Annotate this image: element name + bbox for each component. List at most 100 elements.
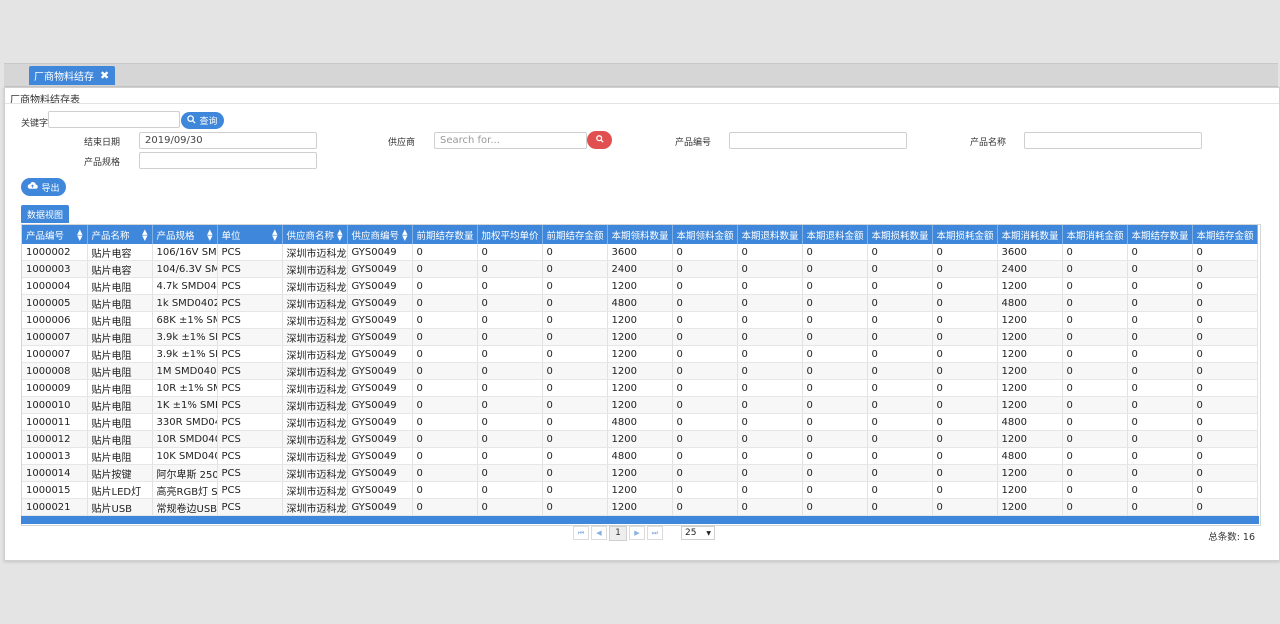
column-header-label: 前期结存金额	[546, 230, 604, 242]
column-header[interactable]: 本期消耗数量	[997, 225, 1063, 244]
table-row[interactable]: 1000010贴片电阻1K ±1% SMD0402PCS深圳市迈科龙科技GYS0…	[22, 396, 1258, 414]
table-row[interactable]: 1000007贴片电阻3.9k ±1% SMD0402PCS深圳市迈科龙科技GY…	[22, 328, 1258, 346]
table-cell: 0	[542, 244, 608, 261]
column-header[interactable]: 单位 ▲ ▼	[217, 225, 283, 244]
column-header[interactable]: 本期损耗数量	[867, 225, 933, 244]
table-row[interactable]: 1000009贴片电阻10R ±1% SMD0402PCS深圳市迈科龙科技GYS…	[22, 379, 1258, 397]
table-cell: 0	[932, 498, 998, 516]
end-date-input[interactable]: 2019/09/30	[139, 132, 317, 149]
column-header[interactable]: 本期消耗金额	[1062, 225, 1128, 244]
sort-icon[interactable]: ▲ ▼	[402, 228, 407, 241]
table-row[interactable]: 1000007贴片电阻3.9k ±1% SMD0402PCS深圳市迈科龙科技GY…	[22, 345, 1258, 363]
table-cell: PCS	[217, 362, 283, 380]
table-cell: 1K ±1% SMD0402	[152, 396, 218, 414]
table-cell: 1000015	[22, 481, 88, 499]
column-header[interactable]: 本期结存金额	[1192, 225, 1258, 244]
sort-icon[interactable]: ▲ ▼	[337, 228, 342, 241]
table-cell: 0	[542, 464, 608, 482]
column-header[interactable]: 本期领料金额	[672, 225, 738, 244]
export-button[interactable]: 导出	[21, 178, 66, 196]
last-page-button[interactable]: ⏭	[647, 526, 663, 540]
column-header[interactable]: 供应商名称 ▲ ▼	[282, 225, 348, 244]
column-header[interactable]: 产品名称 ▲ ▼	[87, 225, 153, 244]
table-row[interactable]: 1000021贴片USB常规卷边USB-APCS深圳市迈科龙科技GYS00490…	[22, 498, 1258, 516]
horizontal-scrollbar[interactable]	[21, 516, 1259, 524]
table-row[interactable]: 1000011贴片电阻330R SMD0402PCS深圳市迈科龙科技GYS004…	[22, 413, 1258, 431]
column-header[interactable]: 产品规格 ▲ ▼	[152, 225, 218, 244]
column-header[interactable]: 加权平均单价	[477, 225, 543, 244]
column-header[interactable]: 本期退料数量	[737, 225, 803, 244]
prev-page-button[interactable]: ◀	[591, 526, 607, 540]
table-row[interactable]: 1000008贴片电阻1M SMD0402PCS深圳市迈科龙科技GYS00490…	[22, 362, 1258, 380]
table-row[interactable]: 1000005贴片电阻1k SMD0402PCS深圳市迈科龙科技GYS00490…	[22, 294, 1258, 312]
table-cell: PCS	[217, 396, 283, 414]
supplier-search-input[interactable]: Search for...	[434, 132, 587, 149]
first-page-button[interactable]: ⏮	[573, 526, 589, 540]
table-cell: 0	[867, 464, 933, 482]
tab-data-view[interactable]: 数据视图	[21, 205, 70, 223]
column-header[interactable]: 前期结存数量	[412, 225, 478, 244]
column-header-label: 本期退料金额	[806, 230, 864, 242]
table-cell: 贴片电阻	[87, 311, 153, 329]
table-row[interactable]: 1000013贴片电阻10K SMD0402PCS深圳市迈科龙科技GYS0049…	[22, 447, 1258, 465]
table-row[interactable]: 1000015贴片LED灯高亮RGB灯 SMDPCS深圳市迈科龙科技GYS004…	[22, 481, 1258, 499]
table-row[interactable]: 1000014贴片按键阿尔卑斯 250gfPCS深圳市迈科龙科技GYS00490…	[22, 464, 1258, 482]
table-cell: 0	[932, 396, 998, 414]
table-cell: 阿尔卑斯 250gf	[152, 464, 218, 482]
page-size-select[interactable]: 25 ▼	[681, 526, 715, 540]
sort-icon[interactable]: ▲ ▼	[77, 228, 82, 241]
product-spec-input[interactable]	[139, 152, 317, 169]
tab-bar: 厂商物料结存 ✖	[4, 63, 1278, 87]
keyword-label: 关键字	[21, 119, 49, 129]
table-cell: 贴片电阻	[87, 379, 153, 397]
table-cell: 深圳市迈科龙科技	[282, 294, 348, 312]
product-code-input[interactable]	[729, 132, 907, 149]
column-header-label: 本期领料数量	[611, 230, 669, 242]
table-row[interactable]: 1000004贴片电阻4.7k SMD0402PCS深圳市迈科龙科技GYS004…	[22, 277, 1258, 295]
table-cell: 1200	[607, 481, 673, 499]
table-cell: 0	[737, 244, 803, 261]
close-icon[interactable]: ✖	[100, 69, 109, 82]
table-cell: 0	[477, 379, 543, 397]
column-header[interactable]: 产品编号 ▲ ▼	[22, 225, 88, 244]
table-cell: 0	[412, 277, 478, 295]
table-cell: 0	[1127, 481, 1193, 499]
table-row[interactable]: 1000006贴片电阻68K ±1% SMD0402PCS深圳市迈科龙科技GYS…	[22, 311, 1258, 329]
table-cell: 1200	[607, 362, 673, 380]
product-name-input[interactable]	[1024, 132, 1202, 149]
keyword-input[interactable]	[48, 111, 180, 128]
table-cell: 1000008	[22, 362, 88, 380]
table-cell: 0	[1192, 464, 1258, 482]
table-cell: 0	[932, 260, 998, 278]
column-header[interactable]: 本期领料数量	[607, 225, 673, 244]
sort-icon[interactable]: ▲ ▼	[207, 228, 212, 241]
table-cell: 0	[1127, 464, 1193, 482]
table-cell: 深圳市迈科龙科技	[282, 413, 348, 431]
column-header[interactable]: 本期结存数量	[1127, 225, 1193, 244]
table-cell: 贴片电阻	[87, 396, 153, 414]
table-cell: 0	[737, 362, 803, 380]
table-cell: 4800	[997, 294, 1063, 312]
table-cell: 4800	[997, 447, 1063, 465]
column-header[interactable]: 前期结存金额	[542, 225, 608, 244]
sort-icon[interactable]: ▲ ▼	[272, 228, 277, 241]
table-cell: 1M SMD0402	[152, 362, 218, 380]
table-cell: GYS0049	[347, 277, 413, 295]
column-header[interactable]: 本期退料金额	[802, 225, 868, 244]
query-button[interactable]: 查询	[181, 112, 224, 129]
sort-icon[interactable]: ▲ ▼	[142, 228, 147, 241]
tab-vendor-stock[interactable]: 厂商物料结存 ✖	[29, 66, 116, 85]
table-cell: PCS	[217, 328, 283, 346]
table-row[interactable]: 1000012贴片电阻10R SMD0402PCS深圳市迈科龙科技GYS0049…	[22, 430, 1258, 448]
supplier-search-button[interactable]	[587, 131, 612, 149]
table-cell: 0	[412, 430, 478, 448]
table-cell: 1000006	[22, 311, 88, 329]
table-row[interactable]: 1000003贴片电容104/6.3V SMD0402PCS深圳市迈科龙科技GY…	[22, 260, 1258, 278]
column-header[interactable]: 供应商编号 ▲ ▼	[347, 225, 413, 244]
table-cell: 0	[932, 464, 998, 482]
table-row[interactable]: 1000002贴片电容106/16V SMD0603PCS深圳市迈科龙科技GYS…	[22, 244, 1258, 261]
column-header[interactable]: 本期损耗金额	[932, 225, 998, 244]
current-page[interactable]: 1	[609, 525, 627, 541]
table-cell: 1000014	[22, 464, 88, 482]
next-page-button[interactable]: ▶	[629, 526, 645, 540]
